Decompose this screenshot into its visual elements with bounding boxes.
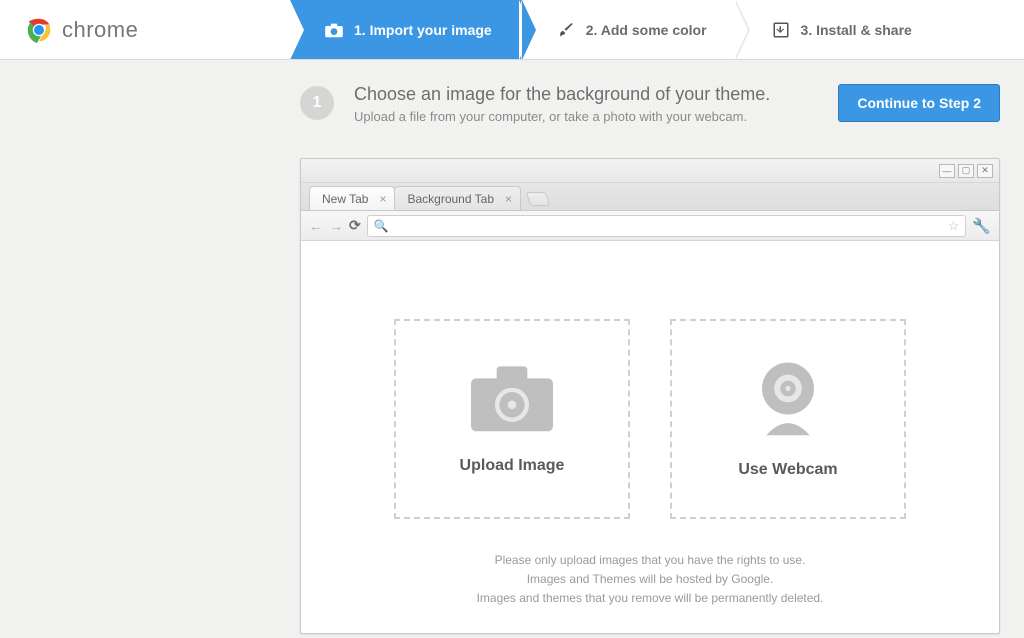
webcam-icon xyxy=(753,359,823,437)
step-label: 1. Import your image xyxy=(354,22,492,38)
bookmark-star-icon[interactable]: ☆ xyxy=(948,218,960,234)
instruction-text: Choose an image for the background of yo… xyxy=(354,84,818,124)
tab-close-icon[interactable]: × xyxy=(379,193,386,205)
header: chrome 1. Import your image 2. Add some … xyxy=(0,0,1024,60)
continue-button[interactable]: Continue to Step 2 xyxy=(838,84,1000,122)
upload-image-label: Upload Image xyxy=(460,457,565,475)
tab-new-tab[interactable]: New Tab × xyxy=(309,186,395,210)
address-bar[interactable]: 🔍 ☆ xyxy=(367,215,967,237)
install-icon xyxy=(771,21,791,39)
tab-label: Background Tab xyxy=(407,192,494,206)
upload-notes: Please only upload images that you have … xyxy=(341,551,959,609)
step-number-badge: 1 xyxy=(300,86,334,120)
note-line: Images and Themes will be hosted by Goog… xyxy=(341,570,959,589)
step-install-share[interactable]: 3. Install & share xyxy=(737,0,942,59)
camera-upload-icon xyxy=(469,363,555,433)
instruction-row: 1 Choose an image for the background of … xyxy=(0,60,1024,124)
instruction-title: Choose an image for the background of yo… xyxy=(354,84,818,105)
brush-icon xyxy=(556,21,576,39)
use-webcam-dropzone[interactable]: Use Webcam xyxy=(670,319,906,519)
new-tab-button[interactable] xyxy=(526,192,551,206)
brand-name: chrome xyxy=(62,17,138,43)
chrome-logo-icon xyxy=(24,15,54,45)
window-maximize-icon[interactable]: ▢ xyxy=(958,164,974,178)
step-label: 2. Add some color xyxy=(586,22,707,38)
preview-content: Upload Image Use Webcam Please only uplo… xyxy=(301,241,999,633)
camera-icon xyxy=(324,22,344,38)
tab-background-tab[interactable]: Background Tab × xyxy=(394,186,521,210)
browser-preview: — ▢ ✕ New Tab × Background Tab × ← → ⟳ 🔍… xyxy=(300,158,1000,634)
instruction-subtitle: Upload a file from your computer, or tak… xyxy=(354,109,818,124)
note-line: Please only upload images that you have … xyxy=(341,551,959,570)
tab-bar: New Tab × Background Tab × xyxy=(301,183,999,211)
step-add-color[interactable]: 2. Add some color xyxy=(522,0,737,59)
reload-icon[interactable]: ⟳ xyxy=(349,217,361,234)
window-titlebar: — ▢ ✕ xyxy=(301,159,999,183)
use-webcam-label: Use Webcam xyxy=(738,461,837,479)
steps-nav: 1. Import your image 2. Add some color 3… xyxy=(290,0,1024,59)
note-line: Images and themes that you remove will b… xyxy=(341,589,959,608)
dropzone-row: Upload Image Use Webcam xyxy=(341,319,959,519)
forward-icon[interactable]: → xyxy=(329,218,343,234)
wrench-menu-icon[interactable]: 🔧 xyxy=(972,217,991,235)
tab-close-icon[interactable]: × xyxy=(505,193,512,205)
upload-image-dropzone[interactable]: Upload Image xyxy=(394,319,630,519)
step-label: 3. Install & share xyxy=(801,22,912,38)
browser-toolbar: ← → ⟳ 🔍 ☆ 🔧 xyxy=(301,211,999,241)
step-import-image[interactable]: 1. Import your image xyxy=(290,0,522,59)
window-minimize-icon[interactable]: — xyxy=(939,164,955,178)
brand: chrome xyxy=(0,0,290,59)
window-close-icon[interactable]: ✕ xyxy=(977,164,993,178)
search-icon: 🔍 xyxy=(374,219,389,233)
back-icon[interactable]: ← xyxy=(309,218,323,234)
tab-label: New Tab xyxy=(322,192,368,206)
